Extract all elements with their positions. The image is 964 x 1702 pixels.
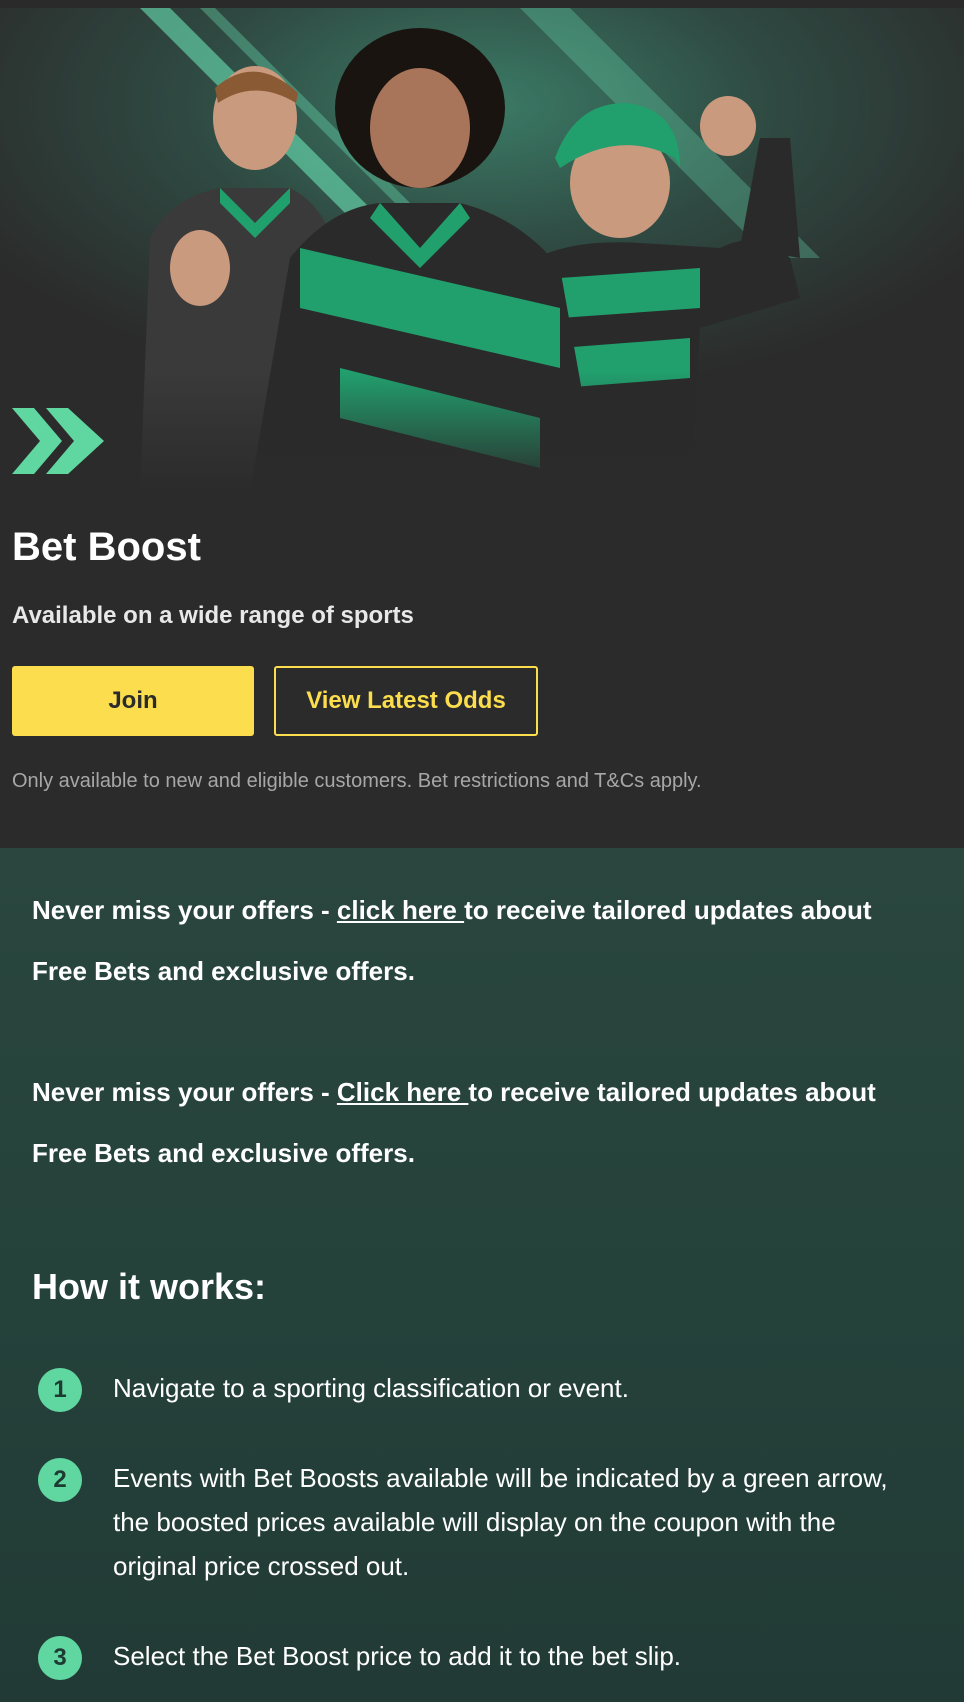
step-number-badge: 2 bbox=[38, 1458, 82, 1502]
offer-notice: Never miss your offers - Click here to r… bbox=[32, 1062, 932, 1184]
step-text: Select the Bet Boost price to add it to … bbox=[113, 1641, 682, 1671]
click-here-link[interactable]: click here bbox=[337, 895, 464, 925]
view-latest-odds-button[interactable]: View Latest Odds bbox=[274, 666, 538, 736]
step-text: Navigate to a sporting classification or… bbox=[113, 1373, 629, 1403]
step-number-badge: 1 bbox=[38, 1368, 82, 1412]
how-it-works-heading: How it works: bbox=[32, 1266, 267, 1307]
click-here-link[interactable]: Click here bbox=[337, 1077, 469, 1107]
bet-boost-chevron-icon bbox=[12, 408, 104, 474]
join-button[interactable]: Join bbox=[12, 666, 254, 736]
hero-subtitle: Available on a wide range of sports bbox=[12, 602, 414, 629]
top-bar bbox=[0, 0, 964, 8]
offer-details-section: Never miss your offers - click here to r… bbox=[0, 848, 964, 1702]
offer-notice-prefix: Never miss your offers - bbox=[32, 895, 337, 925]
step-number-badge: 3 bbox=[38, 1636, 82, 1680]
hero-section: Bet Boost Available on a wide range of s… bbox=[0, 8, 964, 848]
offer-notice: Never miss your offers - click here to r… bbox=[32, 880, 932, 1002]
offer-notice-prefix: Never miss your offers - bbox=[32, 1077, 337, 1107]
terms-disclaimer: Only available to new and eligible custo… bbox=[12, 770, 702, 792]
step-text: Events with Bet Boosts available will be… bbox=[113, 1463, 888, 1581]
hero-image bbox=[0, 8, 964, 492]
page-title: Bet Boost bbox=[12, 525, 201, 569]
